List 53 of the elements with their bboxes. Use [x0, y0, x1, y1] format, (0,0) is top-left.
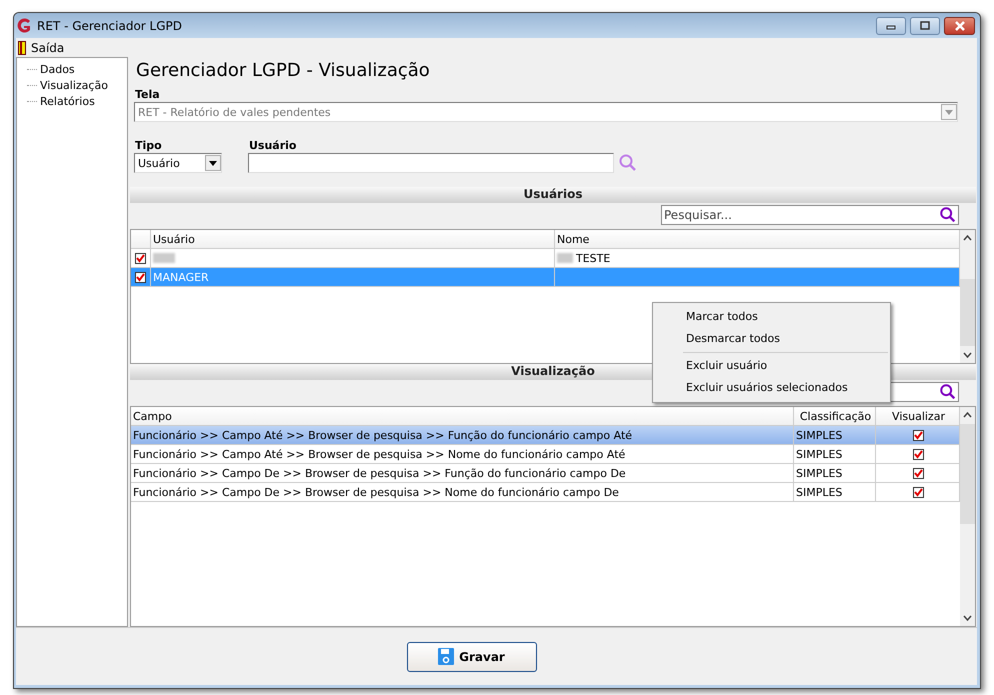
context-menu-item[interactable]: Marcar todos: [653, 306, 890, 328]
context-menu-item[interactable]: Excluir usuários selecionados: [653, 377, 890, 399]
checkbox[interactable]: [913, 430, 924, 440]
field-label: Usuário: [248, 139, 298, 153]
minimize-button[interactable]: [876, 16, 906, 34]
search-field[interactable]: Pesquisar...: [661, 205, 959, 225]
table-cell: SIMPLES: [796, 448, 842, 460]
page-heading: Gerenciador LGPD - Visualização: [135, 59, 431, 83]
search-icon: [939, 206, 957, 224]
close-icon: [952, 20, 966, 30]
section-header: Usuários: [130, 187, 976, 203]
checkbox[interactable]: [913, 468, 924, 478]
table-cell: TESTE: [576, 252, 610, 264]
table-cell: Funcionário >> Campo Até >> Browser de pesquisa >> Função do funcionário campo Até: [133, 428, 632, 442]
column-header[interactable]: Campo: [131, 407, 794, 425]
maximize-icon: [918, 20, 932, 30]
scrollbar[interactable]: [960, 407, 975, 626]
column-header[interactable]: Usuário: [151, 230, 555, 248]
table-row[interactable]: Funcionário >> Campo Até >> Browser de pesquisa >> Função do funcionário campo Até SIMPLES: [131, 426, 960, 445]
table-cell: Funcionário >> Campo De >> Browser de pesquisa >> Nome do funcionário campo De: [133, 486, 619, 498]
caret-icon: [209, 160, 217, 166]
tree-item[interactable]: Visualização: [39, 78, 109, 92]
scrollbar[interactable]: [960, 230, 975, 363]
table-cell: MANAGER: [153, 270, 209, 284]
checkbox[interactable]: [135, 252, 146, 264]
type-dropdown[interactable]: Usuário: [134, 153, 222, 173]
table-cell: SIMPLES: [796, 428, 842, 442]
table-cell: SIMPLES: [796, 486, 842, 498]
user-input-field[interactable]: [248, 153, 614, 173]
maximize-button[interactable]: [910, 16, 940, 34]
logo-icon: [16, 18, 32, 34]
table-cell: SIMPLES: [796, 466, 842, 480]
caret-icon: [945, 110, 953, 114]
checkbox[interactable]: [913, 486, 924, 498]
context-menu-item[interactable]: Desmarcar todos: [653, 328, 890, 350]
tree-item[interactable]: Dados: [39, 62, 76, 76]
field-label: Tela: [134, 88, 161, 102]
checkbox[interactable]: [135, 272, 146, 282]
checkbox[interactable]: [913, 448, 924, 460]
close-button[interactable]: [944, 16, 975, 34]
window-title: RET - Gerenciador LGPD: [37, 18, 184, 32]
field-label: Tipo: [134, 139, 163, 153]
table-row[interactable]: Funcionário >> Campo De >> Browser de pesquisa >> Nome do funcionário campo De SIMPLES: [131, 483, 960, 502]
table-cell: Funcionário >> Campo Até >> Browser de pesquisa >> Nome do funcionário campo Até: [133, 448, 626, 460]
table-row[interactable]: Funcionário >> Campo Até >> Browser de pesquisa >> Nome do funcionário campo Até SIMPLES: [131, 445, 960, 464]
tree-item[interactable]: Relatórios: [39, 94, 96, 108]
table-row[interactable]: Funcionário >> Campo De >> Browser de pesquisa >> Função do funcionário campo De SIMPLES: [131, 464, 960, 483]
save-button[interactable]: Gravar: [406, 642, 536, 672]
menu-item[interactable]: Saída: [16, 40, 66, 54]
table-cell: Funcionário >> Campo De >> Browser de pesquisa >> Função do funcionário campo De: [133, 466, 626, 480]
door-icon: [18, 40, 26, 54]
column-header[interactable]: Classificação: [794, 407, 876, 425]
search-icon: [939, 383, 957, 401]
